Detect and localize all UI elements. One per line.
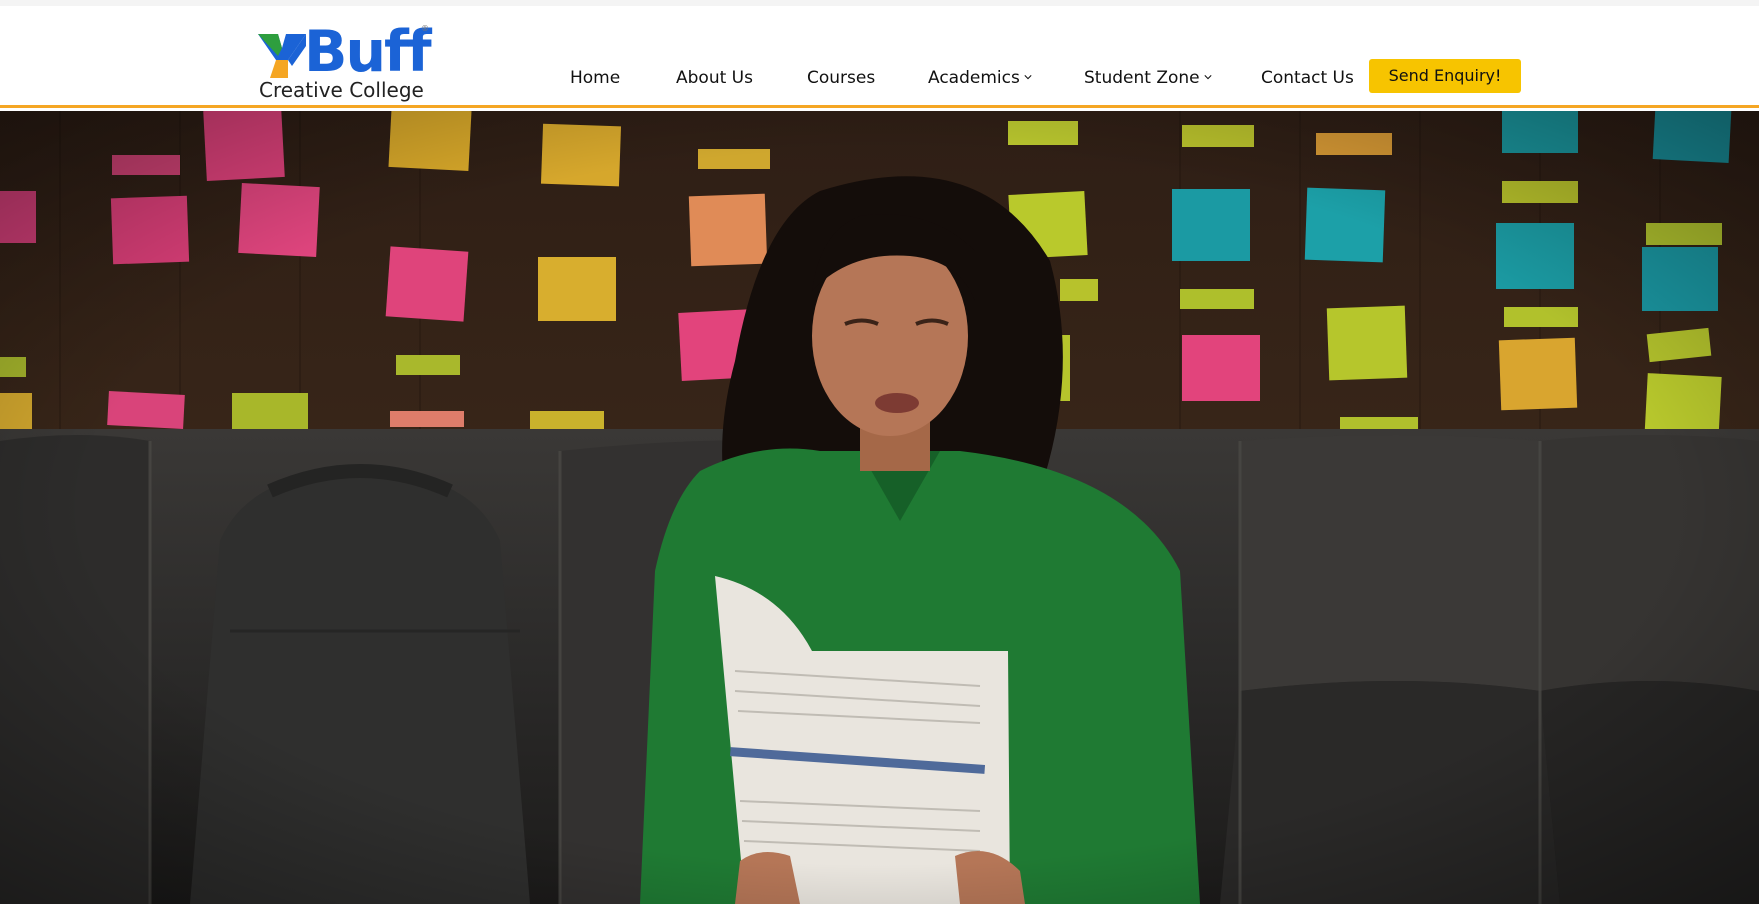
send-enquiry-button[interactable]: Send Enquiry! bbox=[1369, 59, 1521, 93]
nav-student-zone-label: Student Zone bbox=[1084, 68, 1200, 88]
nav-student-zone[interactable]: Student Zone bbox=[1084, 67, 1212, 89]
site-header: Buff ® Creative College Home About Us Co… bbox=[0, 6, 1759, 108]
chevron-down-icon bbox=[1024, 75, 1032, 80]
nav-about-us-label: About Us bbox=[676, 68, 753, 88]
nav-contact-us[interactable]: Contact Us bbox=[1261, 67, 1354, 89]
hero-photo bbox=[0, 111, 1759, 904]
nav-courses[interactable]: Courses bbox=[807, 67, 875, 89]
nav-contact-us-label: Contact Us bbox=[1261, 68, 1354, 88]
nav-about-us[interactable]: About Us bbox=[676, 67, 753, 89]
nav-courses-label: Courses bbox=[807, 68, 876, 88]
chevron-down-icon bbox=[1204, 75, 1212, 80]
nav-home-label: Home bbox=[570, 68, 621, 88]
hero-banner bbox=[0, 111, 1759, 904]
nav-academics[interactable]: Academics bbox=[928, 67, 1032, 89]
main-navigation: Home About Us Courses Academics Student … bbox=[0, 6, 1759, 108]
nav-academics-label: Academics bbox=[928, 68, 1020, 88]
nav-home[interactable]: Home bbox=[570, 67, 620, 89]
